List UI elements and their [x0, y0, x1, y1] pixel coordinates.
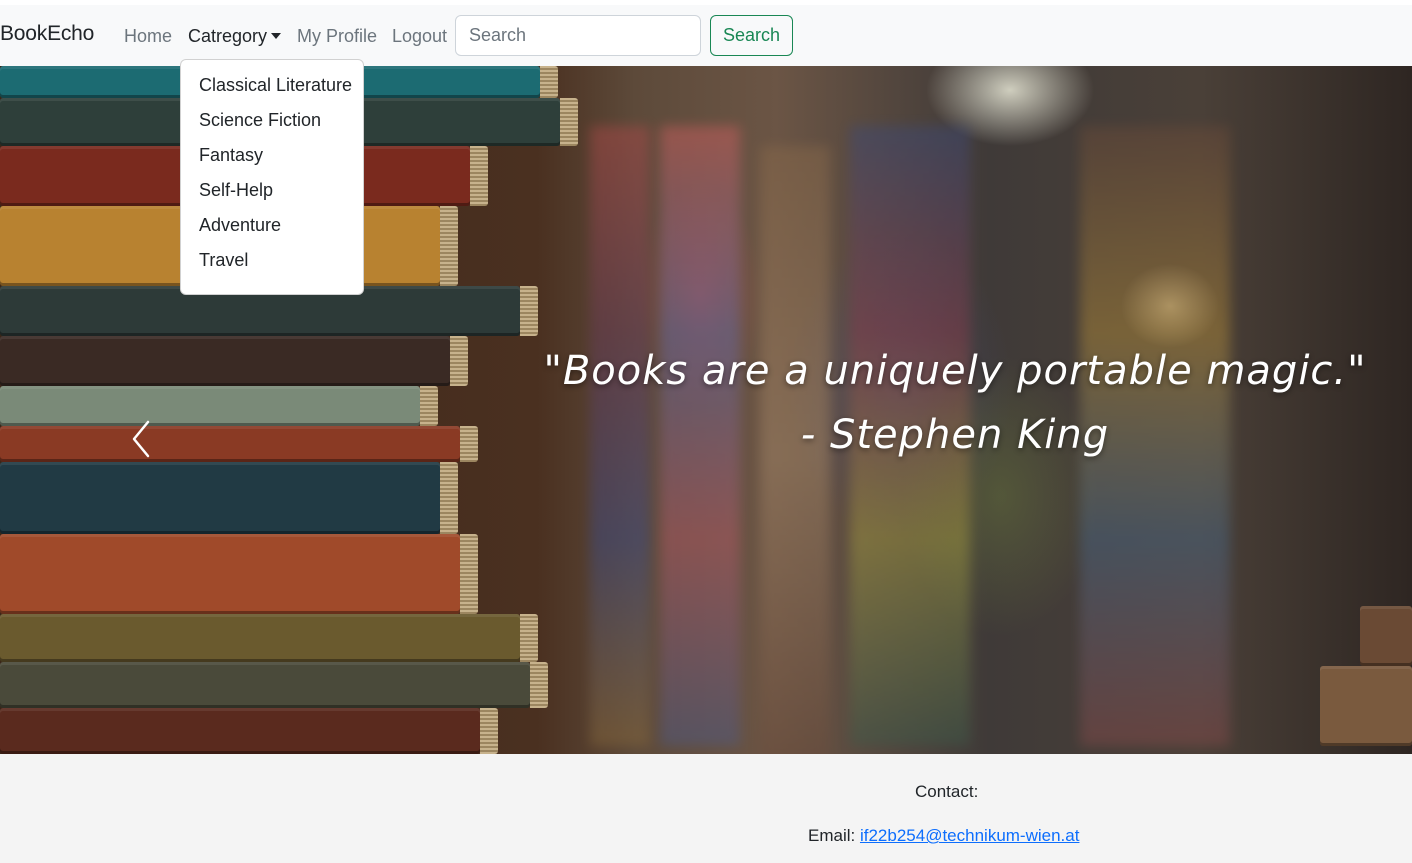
dropdown-item-fantasy[interactable]: Fantasy — [199, 145, 263, 166]
dropdown-item-adventure[interactable]: Adventure — [199, 215, 281, 236]
footer: Contact: Email: if22b254@technikum-wien.… — [0, 754, 1412, 863]
chevron-left-icon — [132, 420, 150, 458]
dropdown-item-science-fiction[interactable]: Science Fiction — [199, 110, 321, 131]
nav-category-dropdown[interactable]: Catregory — [188, 26, 282, 47]
dropdown-item-classical-literature[interactable]: Classical Literature — [199, 75, 352, 96]
caret-down-icon — [271, 33, 282, 39]
book-stack-right — [1360, 606, 1412, 666]
email-row: Email: if22b254@technikum-wien.at — [808, 826, 1079, 846]
nav-home-link[interactable]: Home — [124, 26, 172, 47]
email-link[interactable]: if22b254@technikum-wien.at — [860, 826, 1080, 845]
brand-logo[interactable]: BookEcho — [0, 22, 94, 46]
dropdown-item-travel[interactable]: Travel — [199, 250, 248, 271]
carousel-author: - Stephen King — [800, 412, 1110, 458]
nav-profile-link[interactable]: My Profile — [297, 26, 377, 47]
contact-label: Contact: — [915, 782, 979, 801]
carousel-quote: "Books are a uniquely portable magic." — [543, 348, 1367, 394]
search-button[interactable]: Search — [710, 15, 793, 56]
navbar: BookEcho Home Catregory My Profile Logou… — [0, 5, 1412, 66]
search-input[interactable] — [455, 15, 701, 56]
carousel-prev-button[interactable] — [126, 416, 156, 462]
category-dropdown-menu: Classical Literature Science Fiction Fan… — [180, 59, 364, 295]
nav-category-label: Catregory — [188, 26, 268, 46]
nav-logout-link[interactable]: Logout — [392, 26, 447, 47]
dropdown-item-self-help[interactable]: Self-Help — [199, 180, 273, 201]
book-stack-right — [1320, 666, 1412, 746]
email-label: Email: — [808, 826, 856, 845]
